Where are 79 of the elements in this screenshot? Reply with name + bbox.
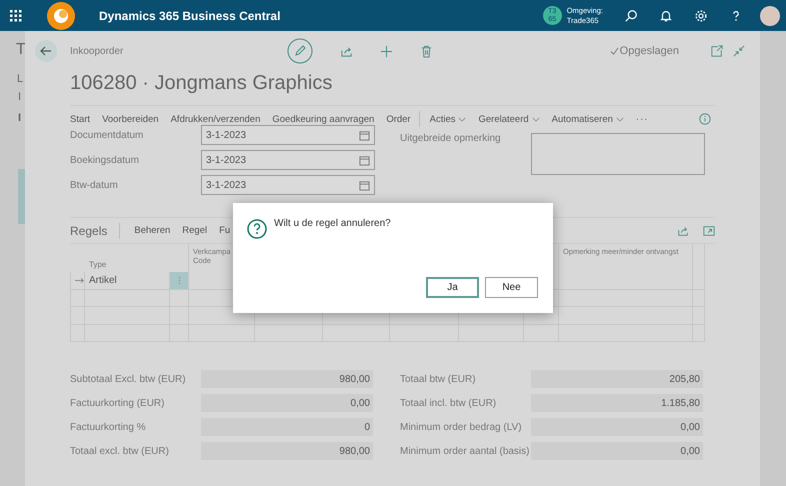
bell-icon[interactable] [659,8,673,22]
date-field[interactable]: 3-1-2023 [201,175,375,195]
remark-field[interactable] [531,133,705,175]
lines-action[interactable]: Regel [182,225,220,236]
chevron-down-icon [532,116,540,122]
total-label: Totaal incl. btw (EUR) [400,398,498,408]
calendar-icon[interactable] [359,180,370,190]
column-header: Type [88,259,108,271]
total-value: 0,00 [531,442,703,460]
arrow-icon [75,276,84,284]
section-title: Regels [70,224,108,238]
more-button[interactable]: ··· [636,114,660,124]
total-value: 0,00 [201,394,373,412]
table-cell [189,324,255,342]
action-menu[interactable]: Acties [430,114,478,124]
calendar-icon[interactable] [359,130,370,140]
dialog-button[interactable]: Nee [485,277,538,298]
total-label: Totaal excl. btw (EUR) [70,446,170,456]
share-icon[interactable] [677,224,689,236]
trash-icon[interactable] [420,44,433,58]
dialog-button[interactable]: Ja [426,277,479,298]
save-status: Opgeslagen [620,45,679,57]
total-label: Factuurkorting % [70,422,147,432]
background-text: L [17,73,24,85]
action-menu[interactable]: Automatiseren [552,114,636,124]
total-label: Minimum order bedrag (LV) [400,422,523,432]
action-tab[interactable]: Start [70,114,102,124]
total-label: Factuurkorting (EUR) [70,398,166,408]
total-value: 205,80 [531,370,703,388]
logo-icon [46,0,76,30]
search-icon[interactable] [624,8,638,22]
collapse-icon[interactable] [733,45,745,57]
breadcrumb: Inkooporder [70,46,124,56]
check-icon [610,46,619,56]
date-field[interactable]: 3-1-2023 [201,150,375,170]
plus-icon[interactable] [380,44,393,58]
action-tab[interactable]: Afdrukken/verzenden [170,114,272,124]
date-field[interactable]: 3-1-2023 [201,125,375,145]
dialog-message: Wilt u de regel annuleren? [274,218,391,229]
action-tab[interactable]: Voorbereiden [102,114,171,124]
total-value: 980,00 [201,442,373,460]
edit-icon[interactable] [287,38,313,64]
background-text: I [18,91,22,103]
total-value: 980,00 [201,370,373,388]
action-tab[interactable]: Order [386,114,423,124]
open-window-icon[interactable] [711,45,723,57]
settings-icon[interactable] [694,8,708,22]
table-cell [459,324,524,342]
total-value: 0 [201,418,373,436]
action-tab[interactable]: Goedkeuring aanvragen [272,114,386,124]
table-cell [323,324,390,342]
background-text: T [16,41,26,59]
field-label: Uitgebreide opmerking [400,133,502,144]
total-label: Totaal btw (EUR) [400,374,477,384]
share-icon[interactable] [340,44,353,58]
total-label: Minimum order aantal (basis) [400,446,530,456]
total-label: Subtotaal Excl. btw (EUR) [70,374,187,384]
table-cell [390,324,459,342]
total-value: 0,00 [531,418,703,436]
chevron-down-icon [616,116,624,122]
total-value: 1.185,80 [531,394,703,412]
field-label: Btw-datum [70,180,119,190]
app-launcher-icon[interactable] [10,10,22,22]
table-cell [524,324,559,342]
action-menu[interactable]: Gerelateerd [478,114,552,124]
selection-bar [18,169,25,224]
page-title: 106280 · Jongmans Graphics [70,71,334,96]
field-label: Boekingsdatum [70,154,140,166]
expand-icon[interactable] [703,224,715,236]
app-title: Dynamics 365 Business Central [99,8,280,22]
question-icon [247,219,267,239]
avatar[interactable] [760,6,780,26]
chevron-down-icon [458,116,466,122]
field-label: Documentdatum [70,130,144,140]
table-cell [255,324,323,342]
background-text: I [18,112,22,124]
lines-action[interactable]: Beheren [134,225,182,236]
calendar-icon[interactable] [359,154,370,166]
info-icon[interactable] [699,113,711,125]
